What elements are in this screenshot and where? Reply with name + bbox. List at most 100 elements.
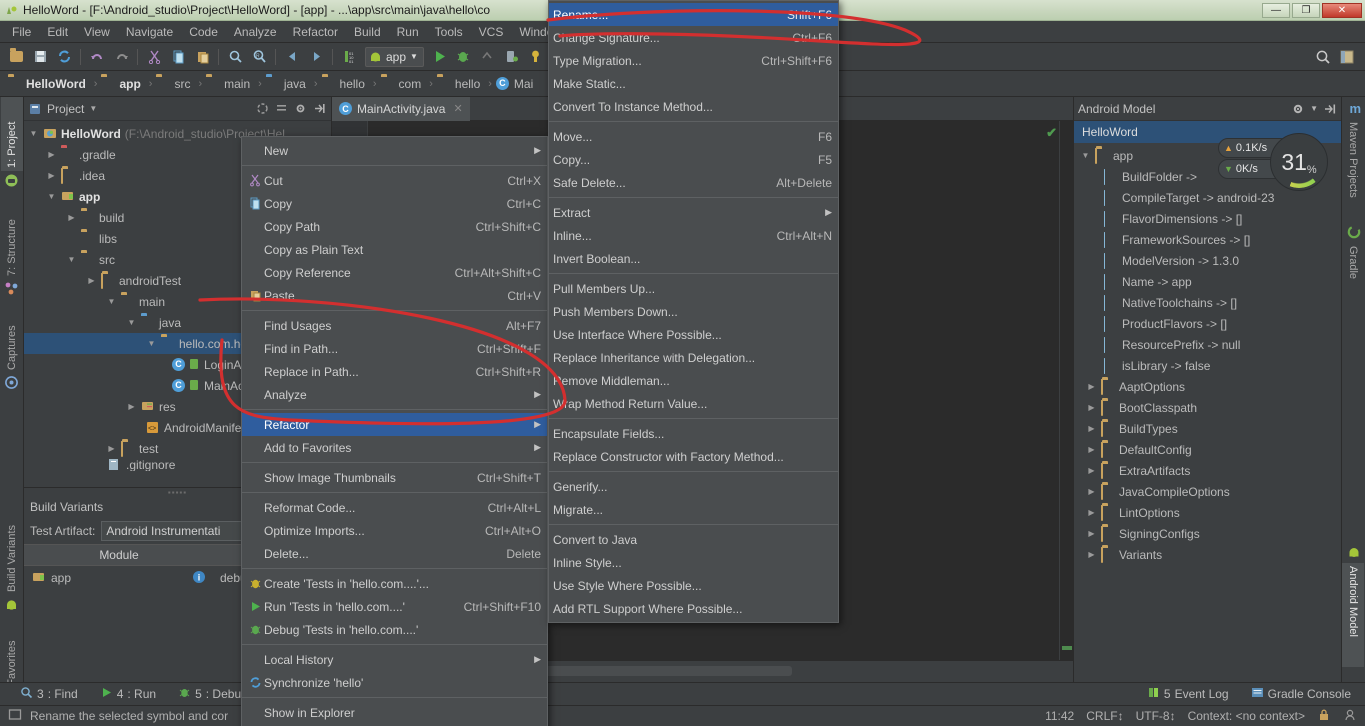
am-row-productflavors[interactable]: ProductFlavors -> [] [1074, 313, 1341, 334]
context-item-show-in-explorer[interactable]: Show in Explorer [242, 701, 547, 724]
context-item-reformat-code[interactable]: Reformat Code... Ctrl+Alt+L [242, 496, 547, 519]
am-row-extraartifacts[interactable]: ▶ ExtraArtifacts [1074, 460, 1341, 481]
back-icon[interactable] [281, 46, 303, 68]
context-item-create-tests[interactable]: Create 'Tests in 'hello.com....'... [242, 572, 547, 595]
context-item-copy[interactable]: Copy Ctrl+C [242, 192, 547, 215]
expand-arrow-icon[interactable]: ▶ [126, 402, 137, 411]
context-item-find-usages[interactable]: Find Usages Alt+F7 [242, 314, 547, 337]
breadcrumb-item-src[interactable]: src [154, 76, 196, 92]
menu-analyze[interactable]: Analyze [226, 23, 285, 41]
coverage-icon[interactable] [477, 46, 499, 68]
expand-arrow-icon[interactable]: ▶ [1086, 508, 1097, 517]
menu-build[interactable]: Build [346, 23, 389, 41]
expand-arrow-icon[interactable]: ▼ [146, 339, 157, 348]
run-configuration-selector[interactable]: app ▼ [365, 46, 424, 67]
expand-arrow-icon[interactable]: ▶ [66, 213, 77, 222]
context-item-copy-reference[interactable]: Copy Reference Ctrl+Alt+Shift+C [242, 261, 547, 284]
am-row-name[interactable]: Name -> app [1074, 271, 1341, 292]
expand-arrow-icon[interactable]: ▼ [1080, 151, 1091, 160]
context-item-run-tests[interactable]: Run 'Tests in 'hello.com....' Ctrl+Shift… [242, 595, 547, 618]
context-item-analyze[interactable]: Analyze ▶ [242, 383, 547, 406]
refactor-item-inline-style[interactable]: Inline Style... [549, 551, 838, 574]
refactor-item-copy[interactable]: Copy... F5 [549, 148, 838, 171]
menu-edit[interactable]: Edit [39, 23, 76, 41]
bottom-item-gradle-console[interactable]: Gradle Console [1251, 686, 1351, 702]
hector-icon[interactable] [1343, 708, 1357, 725]
menu-vcs[interactable]: VCS [471, 23, 512, 41]
expand-arrow-icon[interactable]: ▶ [86, 276, 97, 285]
save-all-icon[interactable] [29, 46, 51, 68]
context-item-replace-in-path[interactable]: Replace in Path... Ctrl+Shift+R [242, 360, 547, 383]
refactor-item-push-members-down[interactable]: Push Members Down... [549, 300, 838, 323]
bottom-item-event-log[interactable]: 5 Event Log [1147, 686, 1229, 702]
am-row-buildtypes[interactable]: ▶ BuildTypes [1074, 418, 1341, 439]
sidebar-item-build-variants[interactable]: Build Variants [1, 497, 23, 595]
context-item-paste[interactable]: Paste Ctrl+V [242, 284, 547, 307]
refactor-item-rename[interactable]: Rename... Shift+F6 [549, 3, 838, 26]
menu-file[interactable]: File [4, 23, 39, 41]
expand-arrow-icon[interactable]: ▼ [66, 255, 77, 264]
sidebar-item-structure[interactable]: 7: Structure [1, 193, 23, 279]
expand-arrow-icon[interactable]: ▼ [126, 318, 137, 327]
am-row-resourceprefix[interactable]: ResourcePrefix -> null [1074, 334, 1341, 355]
refactor-item-make-static[interactable]: Make Static... [549, 72, 838, 95]
menu-run[interactable]: Run [389, 23, 427, 41]
breadcrumb-item-java[interactable]: java [264, 76, 312, 92]
chevron-down-icon[interactable]: ▼ [1310, 104, 1318, 113]
collapse-all-icon[interactable] [275, 102, 289, 116]
expand-arrow-icon[interactable]: ▼ [106, 297, 117, 306]
refactor-item-invert-boolean[interactable]: Invert Boolean... [549, 247, 838, 270]
refactor-item-type-migration[interactable]: Type Migration... Ctrl+Shift+F6 [549, 49, 838, 72]
sidebar-item-project[interactable]: 1: Project [1, 97, 23, 171]
gear-icon[interactable] [1291, 102, 1305, 116]
run-button[interactable] [429, 46, 451, 68]
network-cpu-widget[interactable]: ▲ 0.1K/s ▼ 0K/s 31 % [1218, 133, 1328, 191]
context-item-show-image-thumbnails[interactable]: Show Image Thumbnails Ctrl+Shift+T [242, 466, 547, 489]
expand-arrow-icon[interactable]: ▶ [1086, 382, 1097, 391]
breadcrumb-item-class[interactable]: C Mai [494, 76, 539, 92]
expand-arrow-icon[interactable]: ▶ [1086, 445, 1097, 454]
context-item-copy-as-plain-text[interactable]: Copy as Plain Text [242, 238, 547, 261]
context-item-local-history[interactable]: Local History ▶ [242, 648, 547, 671]
expand-arrow-icon[interactable]: ▶ [1086, 487, 1097, 496]
tab-mainactivity-java[interactable]: C MainActivity.java ✕ [332, 96, 470, 121]
expand-arrow-icon[interactable]: ▶ [1086, 424, 1097, 433]
refactor-item-safe-delete[interactable]: Safe Delete... Alt+Delete [549, 171, 838, 194]
am-row-aaptoptions[interactable]: ▶ AaptOptions [1074, 376, 1341, 397]
context-item-debug-tests[interactable]: Debug 'Tests in 'hello.com....' [242, 618, 547, 641]
context-item-synchronize[interactable]: Synchronize 'hello' [242, 671, 547, 694]
context-item-copy-path[interactable]: Copy Path Ctrl+Shift+C [242, 215, 547, 238]
sidebar-item-maven-projects[interactable]: Maven Projects [1342, 119, 1364, 217]
refactor-item-convert-to-instance-method[interactable]: Convert To Instance Method... [549, 95, 838, 118]
refactor-item-migrate[interactable]: Migrate... [549, 498, 838, 521]
undo-icon[interactable] [86, 46, 108, 68]
menu-navigate[interactable]: Navigate [118, 23, 181, 41]
redo-icon[interactable] [110, 46, 132, 68]
status-context[interactable]: Context: <no context> [1188, 709, 1305, 723]
lock-icon[interactable] [1317, 708, 1331, 725]
refactor-item-inline[interactable]: Inline... Ctrl+Alt+N [549, 224, 838, 247]
chevron-down-icon[interactable]: ▼ [89, 104, 97, 113]
expand-arrow-icon[interactable]: ▼ [28, 129, 39, 138]
am-row-flavordimensions[interactable]: FlavorDimensions -> [] [1074, 208, 1341, 229]
editor-scrollbar[interactable] [1059, 121, 1073, 660]
refactor-item-replace-constructor-with-factory-method[interactable]: Replace Constructor with Factory Method.… [549, 445, 838, 468]
refactor-item-remove-middleman[interactable]: Remove Middleman... [549, 369, 838, 392]
am-row-nativetoolchains[interactable]: NativeToolchains -> [] [1074, 292, 1341, 313]
compile-icon[interactable]: 01 10 01 [338, 46, 360, 68]
find-icon[interactable] [224, 46, 246, 68]
refactor-item-use-interface-where-possible[interactable]: Use Interface Where Possible... [549, 323, 838, 346]
menu-view[interactable]: View [76, 23, 118, 41]
sidebar-item-captures[interactable]: Captures [1, 303, 23, 373]
expand-arrow-icon[interactable]: ▶ [106, 444, 117, 453]
breadcrumb-item-com[interactable]: com [379, 76, 428, 92]
refactor-item-generify[interactable]: Generify... [549, 475, 838, 498]
breadcrumb-item-app[interactable]: app [99, 76, 146, 92]
expand-arrow-icon[interactable]: ▼ [46, 192, 57, 201]
avd-manager-icon[interactable] [501, 46, 523, 68]
sync-icon[interactable] [53, 46, 75, 68]
forward-icon[interactable] [305, 46, 327, 68]
cut-icon[interactable] [143, 46, 165, 68]
am-row-bootclasspath[interactable]: ▶ BootClasspath [1074, 397, 1341, 418]
am-row-modelversion[interactable]: ModelVersion -> 1.3.0 [1074, 250, 1341, 271]
